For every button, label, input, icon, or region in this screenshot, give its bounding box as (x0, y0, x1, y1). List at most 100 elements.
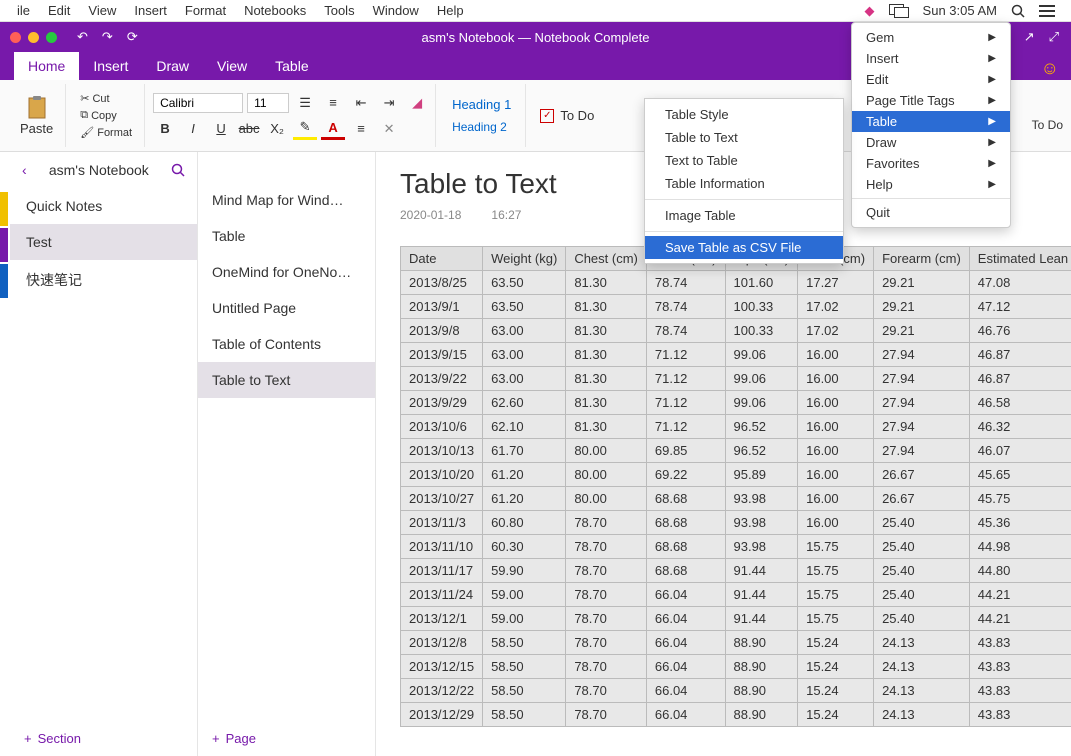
table-cell[interactable]: 24.13 (874, 679, 970, 703)
table-cell[interactable]: 71.12 (646, 367, 725, 391)
table-cell[interactable]: 66.04 (646, 679, 725, 703)
table-cell[interactable]: 2013/9/15 (401, 343, 483, 367)
table-cell[interactable]: 58.50 (483, 703, 566, 727)
page-item[interactable]: Table to Text (198, 362, 375, 398)
share-icon[interactable]: ↗ (1024, 29, 1035, 45)
table-cell[interactable]: 15.75 (798, 559, 874, 583)
table-cell[interactable]: 80.00 (566, 487, 647, 511)
menu-window[interactable]: Window (364, 3, 428, 18)
table-cell[interactable]: 43.83 (969, 631, 1071, 655)
table-cell[interactable]: 2013/8/25 (401, 271, 483, 295)
paste-button[interactable]: Paste (14, 93, 59, 138)
page-item[interactable]: Table (198, 218, 375, 254)
table-cell[interactable]: 78.70 (566, 607, 647, 631)
table-cell[interactable]: 16.00 (798, 391, 874, 415)
table-row[interactable]: 2013/9/2962.6081.3071.1299.0616.0027.944… (401, 391, 1071, 415)
table-header-cell[interactable]: Estimated Lean (969, 247, 1071, 271)
tab-table[interactable]: Table (261, 52, 322, 80)
table-submenu-item[interactable]: Table Style (645, 103, 843, 126)
table-cell[interactable]: 63.50 (483, 295, 566, 319)
table-cell[interactable]: 93.98 (725, 535, 798, 559)
table-cell[interactable]: 95.89 (725, 463, 798, 487)
style-heading-2[interactable]: Heading 2 (444, 116, 519, 138)
table-cell[interactable]: 88.90 (725, 631, 798, 655)
gem-menu-item[interactable]: Edit▶ (852, 69, 1010, 90)
table-cell[interactable]: 88.90 (725, 655, 798, 679)
table-cell[interactable]: 63.50 (483, 271, 566, 295)
table-cell[interactable]: 68.68 (646, 535, 725, 559)
menu-help[interactable]: Help (428, 3, 473, 18)
table-cell[interactable]: 2013/10/13 (401, 439, 483, 463)
italic-button[interactable]: I (181, 118, 205, 140)
table-cell[interactable]: 15.75 (798, 607, 874, 631)
table-cell[interactable]: 88.90 (725, 679, 798, 703)
numbered-list-icon[interactable]: ≡ (321, 92, 345, 114)
table-cell[interactable]: 63.00 (483, 367, 566, 391)
table-row[interactable]: 2013/9/863.0081.3078.74100.3317.0229.214… (401, 319, 1071, 343)
table-cell[interactable]: 60.80 (483, 511, 566, 535)
table-cell[interactable]: 58.50 (483, 631, 566, 655)
table-cell[interactable]: 2013/10/6 (401, 415, 483, 439)
table-cell[interactable]: 91.44 (725, 607, 798, 631)
table-cell[interactable]: 68.68 (646, 487, 725, 511)
table-cell[interactable]: 27.94 (874, 367, 970, 391)
table-cell[interactable]: 59.90 (483, 559, 566, 583)
sync-icon[interactable]: ⟳ (127, 29, 138, 45)
table-cell[interactable]: 66.04 (646, 655, 725, 679)
table-cell[interactable]: 99.06 (725, 391, 798, 415)
screen-mirror-icon[interactable] (889, 4, 909, 18)
fullscreen-icon[interactable]: ⤢ (1049, 29, 1059, 45)
table-cell[interactable]: 100.33 (725, 319, 798, 343)
table-submenu-item[interactable]: Text to Table (645, 149, 843, 172)
bullet-list-icon[interactable]: ☰ (293, 92, 317, 114)
minimize-window-button[interactable] (28, 32, 39, 43)
table-cell[interactable]: 69.22 (646, 463, 725, 487)
table-row[interactable]: 2013/12/2958.5078.7066.0488.9015.2424.13… (401, 703, 1071, 727)
search-section-icon[interactable] (171, 163, 185, 177)
table-row[interactable]: 2013/10/1361.7080.0069.8596.5216.0027.94… (401, 439, 1071, 463)
table-cell[interactable]: 29.21 (874, 271, 970, 295)
table-cell[interactable]: 45.65 (969, 463, 1071, 487)
table-cell[interactable]: 78.74 (646, 271, 725, 295)
table-cell[interactable]: 2013/11/10 (401, 535, 483, 559)
gem-menu-item[interactable]: Draw▶ (852, 132, 1010, 153)
table-row[interactable]: 2013/12/858.5078.7066.0488.9015.2424.134… (401, 631, 1071, 655)
table-cell[interactable]: 2013/9/8 (401, 319, 483, 343)
table-cell[interactable]: 78.70 (566, 511, 647, 535)
table-submenu-item[interactable]: Table Information (645, 172, 843, 195)
table-cell[interactable]: 61.70 (483, 439, 566, 463)
clear-format-icon[interactable]: ◢ (405, 92, 429, 114)
tab-home[interactable]: Home (14, 52, 79, 80)
add-page-button[interactable]: + Page (198, 721, 375, 756)
font-size-select[interactable] (247, 93, 289, 113)
table-cell[interactable]: 47.12 (969, 295, 1071, 319)
style-heading-1[interactable]: Heading 1 (444, 93, 519, 116)
table-cell[interactable]: 66.04 (646, 703, 725, 727)
table-cell[interactable]: 81.30 (566, 319, 647, 343)
table-cell[interactable]: 96.52 (725, 439, 798, 463)
menu-list-icon[interactable] (1039, 5, 1055, 17)
menu-format[interactable]: Format (176, 3, 235, 18)
font-color-button[interactable]: A (321, 118, 345, 140)
table-row[interactable]: 2013/11/2459.0078.7066.0491.4415.7525.40… (401, 583, 1071, 607)
table-cell[interactable]: 46.76 (969, 319, 1071, 343)
table-cell[interactable]: 99.06 (725, 343, 798, 367)
font-family-select[interactable] (153, 93, 243, 113)
table-cell[interactable]: 27.94 (874, 439, 970, 463)
table-cell[interactable]: 17.02 (798, 319, 874, 343)
table-cell[interactable]: 44.21 (969, 607, 1071, 631)
table-cell[interactable]: 69.85 (646, 439, 725, 463)
table-row[interactable]: 2013/10/2761.2080.0068.6893.9816.0026.67… (401, 487, 1071, 511)
table-cell[interactable]: 2013/10/20 (401, 463, 483, 487)
underline-button[interactable]: U (209, 118, 233, 140)
undo-icon[interactable]: ↶ (77, 29, 88, 45)
gem-menu-item[interactable]: Table▶ (852, 111, 1010, 132)
table-cell[interactable]: 44.21 (969, 583, 1071, 607)
table-cell[interactable]: 16.00 (798, 511, 874, 535)
delete-icon[interactable]: ✕ (377, 118, 401, 140)
table-cell[interactable]: 2013/9/29 (401, 391, 483, 415)
table-cell[interactable]: 81.30 (566, 271, 647, 295)
table-cell[interactable]: 62.10 (483, 415, 566, 439)
cut-button[interactable]: ✂Cut (74, 90, 138, 107)
menu-tools[interactable]: Tools (315, 3, 363, 18)
